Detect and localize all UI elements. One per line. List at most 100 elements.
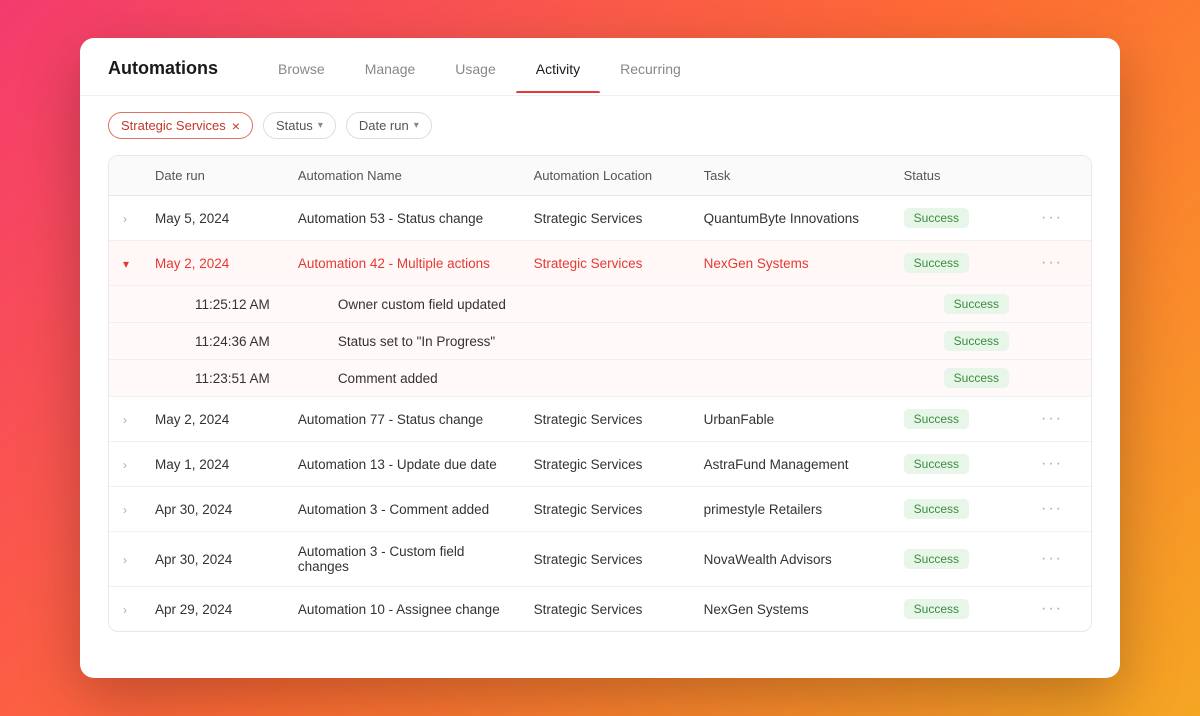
more-options-icon[interactable]: ··· [1037, 410, 1067, 427]
actions-cell[interactable]: ··· [1023, 487, 1091, 532]
sub-action-cell: Status set to "In Progress" [284, 323, 890, 360]
status-badge: Success [944, 331, 1009, 351]
status-badge: Success [904, 409, 969, 429]
status-cell: Success [890, 587, 1023, 632]
actions-cell[interactable]: ··· [1023, 587, 1091, 632]
expand-cell[interactable]: › [109, 587, 141, 632]
sub-expand-cell [109, 360, 141, 397]
date-cell: May 5, 2024 [141, 196, 284, 241]
table-row: › May 5, 2024 Automation 53 - Status cha… [109, 196, 1091, 241]
task-cell: NexGen Systems [690, 587, 890, 632]
tab-usage[interactable]: Usage [435, 61, 515, 93]
expand-cell[interactable]: ▾ [109, 241, 141, 286]
location-cell: Strategic Services [520, 487, 690, 532]
sub-actions-cell [1023, 286, 1091, 323]
automation-name-cell[interactable]: Automation 53 - Status change [284, 196, 520, 241]
date-cell: Apr 30, 2024 [141, 532, 284, 587]
more-options-icon[interactable]: ··· [1037, 254, 1067, 271]
app-header: Automations BrowseManageUsageActivityRec… [80, 38, 1120, 96]
table-row: › Apr 30, 2024 Automation 3 - Custom fie… [109, 532, 1091, 587]
expand-cell[interactable]: › [109, 532, 141, 587]
tab-browse[interactable]: Browse [258, 61, 345, 93]
automation-name-cell[interactable]: Automation 42 - Multiple actions [284, 241, 520, 286]
date-cell: May 1, 2024 [141, 442, 284, 487]
sub-row: 11:25:12 AM Owner custom field updated S… [109, 286, 1091, 323]
table-row: › Apr 29, 2024 Automation 10 - Assignee … [109, 587, 1091, 632]
automation-name-cell[interactable]: Automation 13 - Update due date [284, 442, 520, 487]
table-row: ▾ May 2, 2024 Automation 42 - Multiple a… [109, 241, 1091, 286]
nav-tabs: BrowseManageUsageActivityRecurring [258, 61, 701, 93]
task-cell: QuantumByte Innovations [690, 196, 890, 241]
location-cell: Strategic Services [520, 196, 690, 241]
remove-filter-icon[interactable]: × [232, 119, 240, 133]
sub-status-cell: Success [890, 286, 1023, 323]
status-filter-button[interactable]: Status ▾ [263, 112, 336, 139]
col-status: Status [890, 156, 1023, 196]
more-options-icon[interactable]: ··· [1037, 600, 1067, 617]
automation-name-cell[interactable]: Automation 10 - Assignee change [284, 587, 520, 632]
tab-manage[interactable]: Manage [345, 61, 436, 93]
sub-time-cell: 11:24:36 AM [141, 323, 284, 360]
automation-name-cell[interactable]: Automation 3 - Custom field changes [284, 532, 520, 587]
automations-table: Date run Automation Name Automation Loca… [108, 155, 1092, 632]
status-cell: Success [890, 442, 1023, 487]
chevron-right-icon[interactable]: › [123, 458, 127, 472]
date-cell: Apr 29, 2024 [141, 587, 284, 632]
more-options-icon[interactable]: ··· [1037, 209, 1067, 226]
task-cell: UrbanFable [690, 397, 890, 442]
status-badge: Success [944, 368, 1009, 388]
expand-cell[interactable]: › [109, 196, 141, 241]
status-badge: Success [904, 208, 969, 228]
col-date-run: Date run [141, 156, 284, 196]
status-cell: Success [890, 532, 1023, 587]
chevron-right-icon[interactable]: › [123, 503, 127, 517]
sub-row: 11:24:36 AM Status set to "In Progress" … [109, 323, 1091, 360]
col-automation-name: Automation Name [284, 156, 520, 196]
daterun-filter-label: Date run [359, 118, 409, 133]
status-cell: Success [890, 397, 1023, 442]
col-actions [1023, 156, 1091, 196]
tab-activity[interactable]: Activity [516, 61, 600, 93]
data-table: Date run Automation Name Automation Loca… [109, 156, 1091, 631]
expand-cell[interactable]: › [109, 397, 141, 442]
chevron-down-icon[interactable]: ▾ [123, 257, 129, 271]
table-header-row: Date run Automation Name Automation Loca… [109, 156, 1091, 196]
filter-bar: Strategic Services × Status ▾ Date run ▾ [80, 96, 1120, 155]
sub-time-cell: 11:23:51 AM [141, 360, 284, 397]
location-cell: Strategic Services [520, 532, 690, 587]
col-expand [109, 156, 141, 196]
task-cell: AstraFund Management [690, 442, 890, 487]
expand-cell[interactable]: › [109, 442, 141, 487]
chevron-right-icon[interactable]: › [123, 553, 127, 567]
status-badge: Success [904, 454, 969, 474]
actions-cell[interactable]: ··· [1023, 196, 1091, 241]
more-options-icon[interactable]: ··· [1037, 455, 1067, 472]
table-row: › Apr 30, 2024 Automation 3 - Comment ad… [109, 487, 1091, 532]
actions-cell[interactable]: ··· [1023, 532, 1091, 587]
sub-action-cell: Owner custom field updated [284, 286, 890, 323]
chevron-right-icon[interactable]: › [123, 413, 127, 427]
tab-recurring[interactable]: Recurring [600, 61, 701, 93]
chevron-right-icon[interactable]: › [123, 212, 127, 226]
status-badge: Success [904, 499, 969, 519]
location-cell: Strategic Services [520, 397, 690, 442]
sub-status-cell: Success [890, 360, 1023, 397]
chevron-right-icon[interactable]: › [123, 603, 127, 617]
more-options-icon[interactable]: ··· [1037, 550, 1067, 567]
automation-name-cell[interactable]: Automation 3 - Comment added [284, 487, 520, 532]
actions-cell[interactable]: ··· [1023, 241, 1091, 286]
task-cell: primestyle Retailers [690, 487, 890, 532]
sub-time-cell: 11:25:12 AM [141, 286, 284, 323]
daterun-filter-button[interactable]: Date run ▾ [346, 112, 432, 139]
status-badge: Success [904, 549, 969, 569]
more-options-icon[interactable]: ··· [1037, 500, 1067, 517]
sub-expand-cell [109, 286, 141, 323]
filter-tag-strategic-services[interactable]: Strategic Services × [108, 112, 253, 139]
automation-name-cell[interactable]: Automation 77 - Status change [284, 397, 520, 442]
actions-cell[interactable]: ··· [1023, 442, 1091, 487]
location-cell: Strategic Services [520, 241, 690, 286]
col-task: Task [690, 156, 890, 196]
task-cell: NovaWealth Advisors [690, 532, 890, 587]
expand-cell[interactable]: › [109, 487, 141, 532]
actions-cell[interactable]: ··· [1023, 397, 1091, 442]
